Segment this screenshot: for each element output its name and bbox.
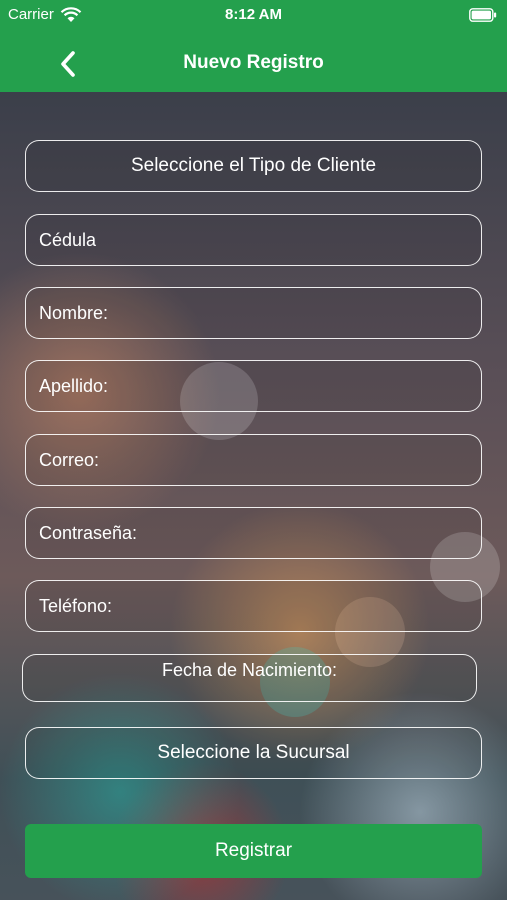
sucursal-label: Seleccione la Sucursal xyxy=(157,742,350,763)
client-type-label: Seleccione el Tipo de Cliente xyxy=(130,155,377,176)
fecha-nacimiento-label: Fecha de Nacimiento: xyxy=(161,660,338,680)
correo-field[interactable]: Correo: xyxy=(25,434,482,486)
telefono-field[interactable]: Teléfono: xyxy=(25,580,482,632)
registrar-button[interactable]: Registrar xyxy=(25,824,482,878)
apellido-field[interactable]: Apellido: xyxy=(25,360,482,412)
status-bar: Carrier 8:12 AM xyxy=(0,6,507,24)
contrasena-placeholder: Contraseña: xyxy=(39,523,138,543)
correo-placeholder: Correo: xyxy=(39,450,100,470)
app-header: Carrier 8:12 AM Nuevo Registro xyxy=(0,0,507,92)
fecha-nacimiento-picker[interactable]: Fecha de Nacimiento: xyxy=(22,654,477,702)
contrasena-field[interactable]: Contraseña: xyxy=(25,507,482,559)
client-type-select[interactable]: Seleccione el Tipo de Cliente xyxy=(25,140,482,192)
sucursal-select[interactable]: Seleccione la Sucursal xyxy=(25,727,482,779)
cedula-placeholder: Cédula xyxy=(39,230,97,250)
apellido-placeholder: Apellido: xyxy=(39,376,109,396)
nav-bar: Nuevo Registro xyxy=(0,40,507,86)
nombre-placeholder: Nombre: xyxy=(39,303,109,323)
cedula-field[interactable]: Cédula xyxy=(25,214,482,266)
nombre-field[interactable]: Nombre: xyxy=(25,287,482,339)
telefono-placeholder: Teléfono: xyxy=(39,596,113,616)
page-title: Nuevo Registro xyxy=(183,52,324,73)
status-time: 8:12 AM xyxy=(225,6,282,23)
battery-icon xyxy=(469,8,497,22)
